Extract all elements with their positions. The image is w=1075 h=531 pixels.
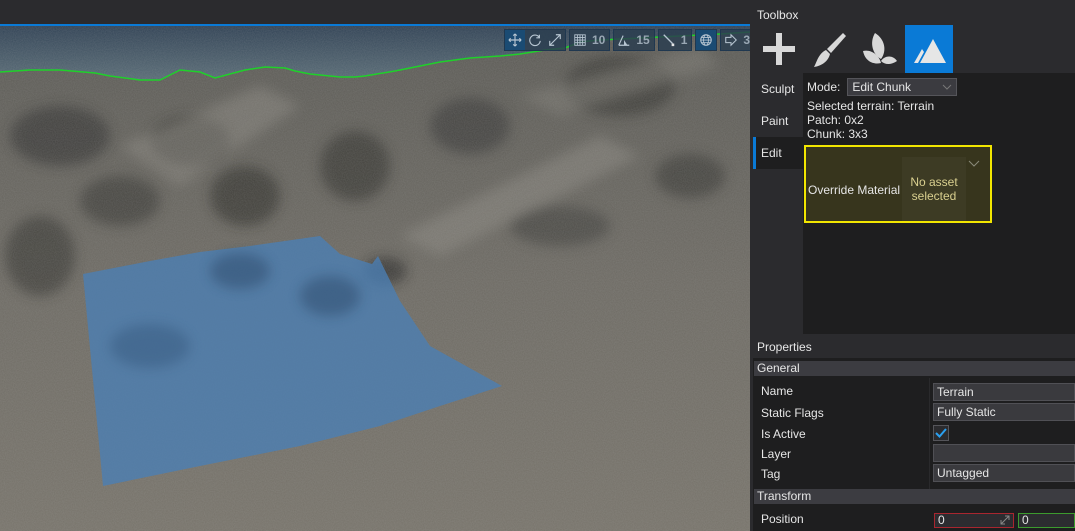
static-flags-dropdown[interactable]: Fully Static: [933, 403, 1075, 421]
is-active-checkbox[interactable]: [933, 425, 949, 441]
toolbox-title: Toolbox: [757, 8, 799, 22]
brush-icon: [814, 33, 846, 67]
checkmark-icon: [935, 428, 947, 438]
mode-row: Mode: Edit Chunk: [807, 78, 958, 96]
name-label: Name: [761, 384, 794, 398]
toolbox-tab-create[interactable]: [755, 25, 803, 73]
scale-snap-group[interactable]: 1: [657, 29, 693, 51]
space-mode-group[interactable]: [695, 29, 718, 51]
name-input[interactable]: Terrain: [933, 383, 1075, 401]
section-header-transform[interactable]: Transform: [754, 489, 1075, 504]
globe-icon: [700, 34, 713, 46]
mode-tab-sculpt[interactable]: Sculpt: [753, 73, 803, 105]
position-y-input[interactable]: 0: [1018, 513, 1075, 528]
move-arrows-icon: [508, 33, 522, 47]
mode-tab-sculpt-label: Sculpt: [761, 82, 795, 96]
properties-panel: General Name Terrain Static Flags Fully …: [753, 358, 1075, 531]
terrain-mode-tabs: Sculpt Paint Edit: [753, 73, 803, 169]
patch-text: Patch: 0x2: [807, 113, 864, 127]
mode-tab-paint[interactable]: Paint: [753, 105, 803, 137]
layer-dropdown[interactable]: [933, 444, 1075, 462]
static-flags-label: Static Flags: [761, 406, 824, 420]
edit-mode-panel: Mode: Edit Chunk Selected terrain: Terra…: [803, 73, 1075, 334]
toolbox-tab-foliage[interactable]: [855, 25, 903, 73]
viewport-tab-strip: [0, 0, 750, 24]
rotation-snap-group[interactable]: 15: [613, 29, 655, 51]
drag-handle-icon[interactable]: [1000, 515, 1010, 525]
selected-terrain-text: Selected terrain: Terrain: [807, 99, 935, 113]
property-column-divider[interactable]: [929, 378, 930, 491]
grid-icon: [574, 34, 586, 46]
tag-label: Tag: [761, 467, 781, 481]
scale-snap-value: 1: [680, 33, 688, 47]
mode-tab-paint-label: Paint: [761, 114, 789, 128]
rotate-icon: [529, 34, 541, 47]
is-active-label: Is Active: [761, 427, 806, 441]
camera-speed-button[interactable]: [721, 30, 741, 50]
rotation-snap-value: 15: [636, 33, 650, 47]
terrain-selection-info: Selected terrain: Terrain Patch: 0x2 Chu…: [807, 99, 934, 141]
scene-viewport[interactable]: 10 15 1 32: [0, 0, 750, 531]
grid-snap-value: 10: [592, 33, 606, 47]
rotate-tool-button[interactable]: [525, 30, 545, 50]
plus-icon: [763, 33, 795, 65]
viewport-toolbar: 10 15 1 32: [504, 29, 750, 51]
asset-picker-text: No asset selected: [910, 175, 958, 203]
position-label: Position: [761, 512, 804, 526]
scale-tool-button[interactable]: [545, 30, 565, 50]
asset-dropdown-chevron-icon[interactable]: [968, 159, 980, 169]
properties-title: Properties: [757, 340, 812, 354]
terrain-scene-svg: [0, 26, 750, 531]
rotation-snap-button[interactable]: [614, 30, 634, 50]
mountain-icon: [914, 39, 946, 63]
chunk-text: Chunk: 3x3: [807, 127, 868, 141]
override-material-label: Override Material: [808, 183, 901, 197]
mode-dropdown[interactable]: Edit Chunk: [847, 78, 958, 96]
mode-dropdown-value: Edit Chunk: [852, 80, 912, 94]
position-x-input[interactable]: 0: [934, 513, 1014, 528]
camera-speed-group[interactable]: 32: [720, 29, 750, 51]
chevron-down-icon: [943, 84, 952, 90]
material-asset-picker[interactable]: No asset selected: [902, 157, 966, 221]
translate-tool-button[interactable]: [505, 30, 525, 50]
tag-dropdown[interactable]: Untagged: [933, 464, 1075, 482]
world-space-button[interactable]: [696, 30, 717, 50]
grid-snap-button[interactable]: [570, 30, 590, 50]
terrain-render[interactable]: [0, 26, 750, 531]
scale-icon: [549, 34, 561, 46]
camera-speed-arrow-icon: [725, 33, 738, 47]
mode-tab-edit[interactable]: Edit: [753, 137, 803, 169]
angle-icon: [618, 35, 630, 46]
mode-label: Mode:: [807, 80, 841, 94]
general-header-label: General: [757, 361, 800, 375]
scale-snap-button[interactable]: [659, 30, 679, 50]
position-x-value: 0: [938, 513, 945, 527]
camera-speed-value: 32: [743, 33, 750, 47]
section-header-general[interactable]: General: [754, 361, 1075, 376]
scale-snap-icon: [663, 34, 674, 47]
transform-tool-group: [504, 29, 566, 51]
toolbox-tab-terrain[interactable]: [905, 25, 953, 73]
position-y-value: 0: [1022, 513, 1029, 527]
layer-label: Layer: [761, 447, 792, 461]
toolbox-tabs: [755, 25, 953, 73]
leaves-icon: [863, 33, 897, 64]
toolbox-tab-paint[interactable]: [805, 25, 853, 73]
mode-tab-edit-label: Edit: [761, 146, 782, 160]
grid-snap-group[interactable]: 10: [569, 29, 611, 51]
override-material-property: Override Material No asset selected: [804, 145, 992, 223]
transform-header-label: Transform: [757, 489, 812, 503]
